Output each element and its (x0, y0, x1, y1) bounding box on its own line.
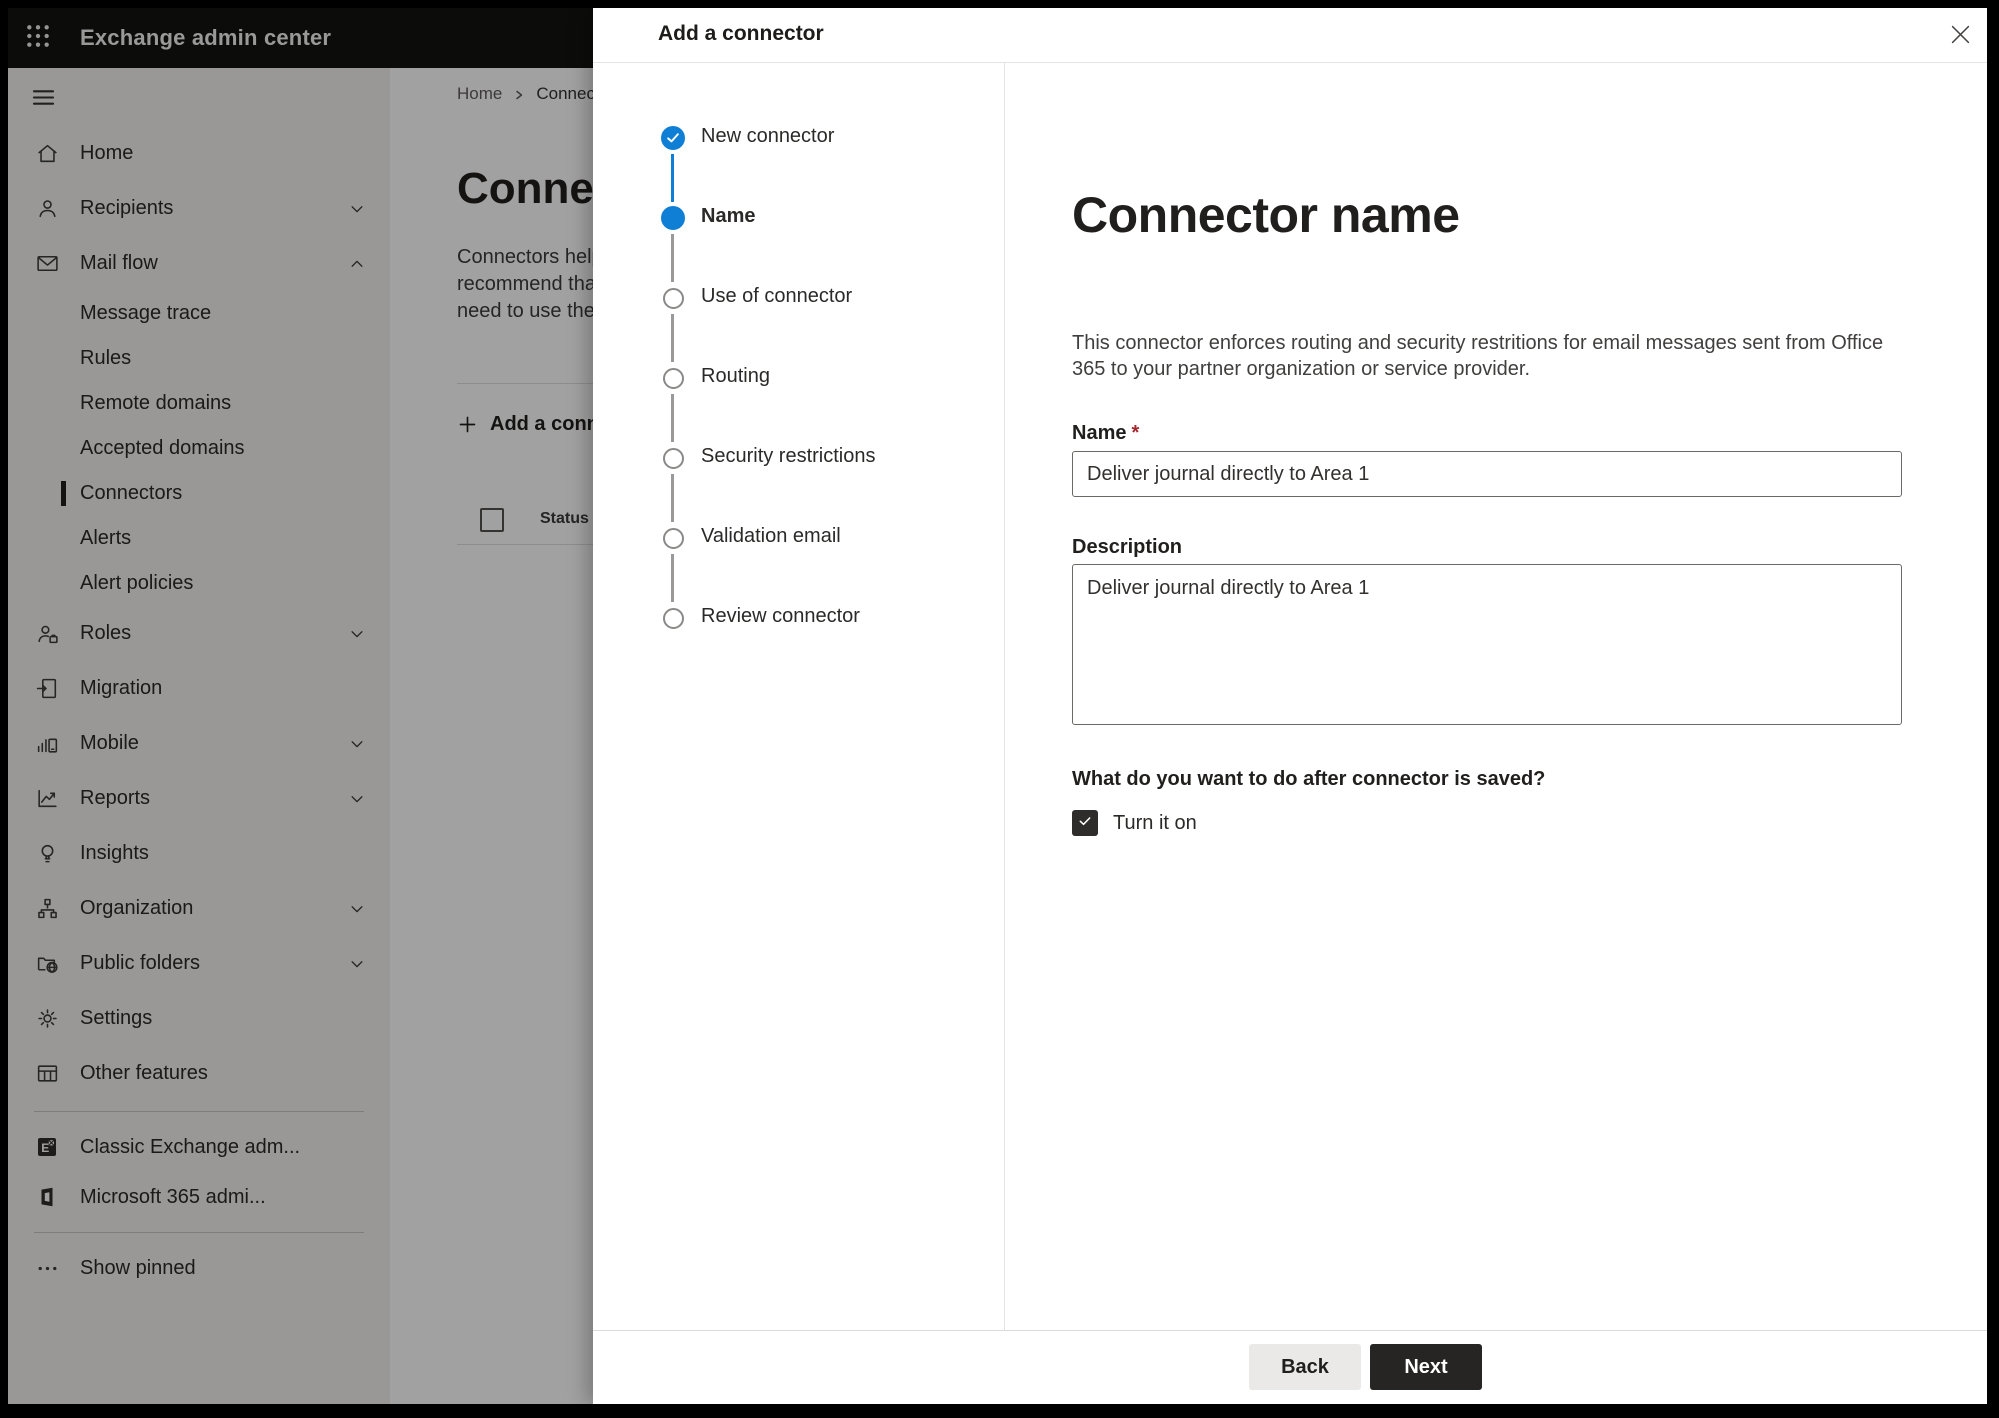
close-icon (1947, 21, 1974, 53)
content-description: This connector enforces routing and secu… (1072, 332, 1884, 380)
step-connector-line (671, 394, 674, 442)
add-connector-dialog: Add a connector New connector Name Use o… (593, 8, 1987, 1404)
step-connector-line (671, 554, 674, 602)
dialog-title: Add a connector (658, 22, 824, 45)
back-button[interactable]: Back (1249, 1344, 1361, 1390)
step-connector-line (671, 234, 674, 282)
close-button[interactable] (1943, 20, 1977, 54)
step-todo-indicator (663, 528, 684, 549)
turn-on-checkbox-row: Turn it on (1072, 810, 1197, 836)
dialog-header: Add a connector (593, 8, 1987, 63)
step-todo-indicator (663, 448, 684, 469)
wizard-steps: New connector Name Use of connector Rout… (593, 63, 1005, 1330)
exchange-admin-app: Exchange admin center Home Recipients Ma… (8, 8, 1987, 1404)
step-current-indicator (661, 206, 685, 230)
checkbox-check-icon (1076, 813, 1094, 834)
connector-name-input[interactable] (1072, 451, 1902, 497)
name-field-label: Name * (1072, 422, 1140, 444)
step-todo-indicator (663, 288, 684, 309)
description-field-label: Description (1072, 536, 1183, 558)
step-todo-indicator (663, 608, 684, 629)
after-save-question: What do you want to do after connector i… (1072, 768, 1546, 790)
step-connector-line (671, 474, 674, 522)
required-asterisk: * (1131, 422, 1140, 444)
dialog-footer: Back Next (593, 1330, 1987, 1404)
step-todo-indicator (663, 368, 684, 389)
step-connector-line (671, 154, 674, 202)
step-connector-line (671, 314, 674, 362)
content-heading: Connector name (1072, 187, 1460, 243)
turn-on-label: Turn it on (1113, 811, 1197, 834)
description-textarea[interactable]: Deliver journal directly to Area 1 (1072, 564, 1902, 725)
turn-on-checkbox[interactable] (1072, 810, 1098, 836)
step-completed-indicator (661, 126, 685, 150)
next-button[interactable]: Next (1370, 1344, 1482, 1390)
